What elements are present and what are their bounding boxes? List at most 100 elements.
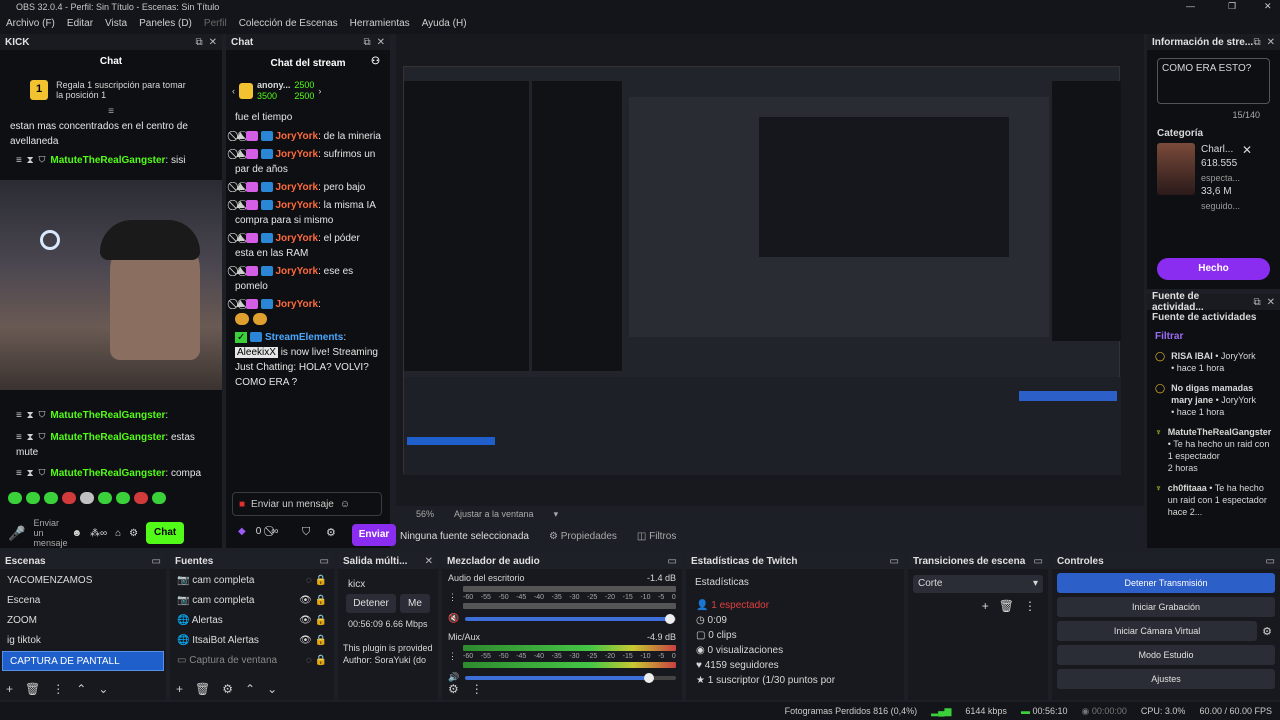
add-icon[interactable]: + [176,682,183,696]
close-dock-icon[interactable]: ✕ [1267,37,1275,48]
start-virtual-camera-button[interactable]: Iniciar Cámara Virtual [1057,621,1258,641]
menu-docks[interactable]: Paneles (D) [139,18,192,30]
emote-bar[interactable] [8,492,170,505]
scene-item-selected[interactable]: CAPTURA DE PANTALL [2,651,164,671]
visibility-icon[interactable]: ◌ 🔒 [306,655,327,667]
close-dock-icon[interactable]: ✕ [1267,297,1275,308]
studio-mode-button[interactable]: Modo Estudio [1057,645,1275,665]
dock-menu-icon[interactable]: ▭ [152,556,161,567]
start-recording-button[interactable]: Iniciar Grabación [1057,597,1275,617]
float-icon[interactable]: ⧉ [363,37,370,48]
chat-settings-icon[interactable]: ⚙ [326,526,336,539]
filters-button[interactable]: ◫ Filtros [637,531,676,542]
feed-filter[interactable]: Filtrar [1147,325,1280,348]
transition-select[interactable]: Corte ▾ [913,575,1043,593]
preview-canvas[interactable] [403,66,1121,475]
chevron-right-icon[interactable]: › [318,86,321,96]
trash-icon[interactable]: 🗑 [25,682,40,696]
plugin-author[interactable]: Author: SoraYuki (do [338,653,438,667]
gear-icon[interactable]: ⚙ [448,682,459,696]
dock-menu-icon[interactable]: ▭ [320,556,329,567]
store-icon[interactable]: ⌂ [115,528,121,539]
close-icon[interactable]: ✕ [1264,1,1272,12]
add-icon[interactable]: + [6,682,13,696]
channel-menu-icon[interactable]: ⋮ [448,592,457,603]
chevron-left-icon[interactable]: ‹ [232,86,235,96]
feed-item[interactable]: ♆ ch0fitaaa • Te ha hecho un raid con 1 … [1155,482,1272,518]
float-icon[interactable]: ⧉ [195,37,202,48]
scene-item[interactable]: ig tiktok [0,631,166,651]
close-dock-icon[interactable]: ✕ [377,37,385,48]
source-item[interactable]: 🌐 Alertas 👁 🔒 [170,611,334,631]
leaderboard[interactable]: ‹ anony... 3500 2500 2500 › [226,74,390,108]
settings-dots-icon[interactable]: ⁂∞ [90,528,107,539]
visibility-icon[interactable]: 👁 🔒 [299,595,327,607]
menu-scene-collection[interactable]: Colección de Escenas [239,18,338,30]
pin-icon[interactable]: ≡ [0,106,222,117]
menu-tools[interactable]: Herramientas [350,18,410,30]
feed-item[interactable]: ♆ MatuteTheRealGangster • Te ha hecho un … [1155,426,1272,474]
down-icon[interactable]: ⌄ [267,682,277,696]
menu-help[interactable]: Ayuda (H) [422,18,467,30]
shield-icon[interactable]: ⛉ [302,526,310,539]
properties-button[interactable]: ⚙ Propiedades [549,531,617,542]
dock-menu-icon[interactable]: ▭ [1034,556,1043,567]
menu-file[interactable]: Archivo (F) [6,18,55,30]
chevron-down-icon[interactable]: ▾ [554,509,559,520]
stream-title-input[interactable]: COMO ERA ESTO? [1157,58,1270,104]
dots-icon[interactable]: ⋮ [1024,599,1036,613]
zoom-level[interactable]: 56% [416,509,434,520]
muted-speaker-icon[interactable]: 🔇 [448,613,459,624]
volume-slider[interactable] [465,672,676,683]
remove-category-icon[interactable]: ✕ [1242,143,1252,157]
source-item[interactable]: 🌐 ItsaiBot Alertas 👁 🔒 [170,631,334,651]
stop-stream-button[interactable]: Detener Transmisión [1057,573,1275,593]
dock-menu-icon[interactable]: ▭ [668,556,677,567]
trash-icon[interactable]: 🗑 [999,599,1014,613]
close-dock-icon[interactable]: ✕ [425,556,433,567]
done-button[interactable]: Hecho [1157,258,1270,280]
visibility-icon[interactable]: 👁 🔒 [299,615,327,627]
user-settings-icon[interactable]: ⚇ [371,56,380,67]
down-icon[interactable]: ⌄ [98,682,108,696]
visibility-icon[interactable]: ◌ 🔒 [306,575,327,587]
stop-output-button[interactable]: Detener [346,594,396,613]
up-icon[interactable]: ⌃ [245,682,255,696]
float-icon[interactable]: ⧉ [1253,37,1260,48]
channel-menu-icon[interactable]: ⋮ [448,651,457,662]
stream-chat-input[interactable]: ■ Enviar un mensaje ☺ [232,492,382,516]
maximize-icon[interactable]: ❐ [1228,1,1236,12]
gear-icon[interactable]: ⚙ [129,528,138,539]
scene-item[interactable]: Escena [0,591,166,611]
feed-item[interactable]: ◯ No digas mamadas mary jane • JoryYork •… [1155,382,1272,418]
volume-slider[interactable] [465,613,676,624]
menu-edit[interactable]: Editar [67,18,93,30]
scene-item[interactable]: YACOMENZAMOS [0,571,166,591]
more-button[interactable]: Me [400,594,430,613]
menu-profile[interactable]: Perfil [204,18,227,30]
kick-promo[interactable]: 1 Regala 1 suscripción para tomar la pos… [0,74,222,106]
up-icon[interactable]: ⌃ [76,682,86,696]
dock-menu-icon[interactable]: ▭ [890,556,899,567]
visibility-icon[interactable]: 👁 🔒 [299,635,327,647]
trash-icon[interactable]: 🗑 [195,682,210,696]
close-dock-icon[interactable]: ✕ [209,37,217,48]
feed-item[interactable]: ◯ RISA IBAI • JoryYork • hace 1 hora [1155,350,1272,374]
settings-button[interactable]: Ajustes [1057,669,1275,689]
source-item[interactable]: 📷 cam completa 👁 🔒 [170,591,334,611]
float-icon[interactable]: ⧉ [1253,297,1260,308]
scene-item[interactable]: ZOOM [0,611,166,631]
menu-view[interactable]: Vista [105,18,127,30]
dock-menu-icon[interactable]: ▭ [1266,556,1275,567]
emoji-icon[interactable]: ☻ [71,528,82,539]
mic-icon[interactable]: 🎤 [8,525,25,542]
virtual-camera-settings-icon[interactable]: ⚙ [1262,625,1272,638]
add-icon[interactable]: + [982,599,989,613]
dots-icon[interactable]: ⋮ [52,682,64,696]
dots-icon[interactable]: ⋮ [471,682,483,696]
kick-chat-input[interactable]: Enviar un mensaje [33,518,67,548]
minimize-icon[interactable]: — [1186,1,1195,11]
kick-send-button[interactable]: Chat [146,522,185,544]
source-item[interactable]: ▭ Captura de ventana ◌ 🔒 [170,651,334,671]
source-item[interactable]: 📷 cam completa ◌ 🔒 [170,571,334,591]
